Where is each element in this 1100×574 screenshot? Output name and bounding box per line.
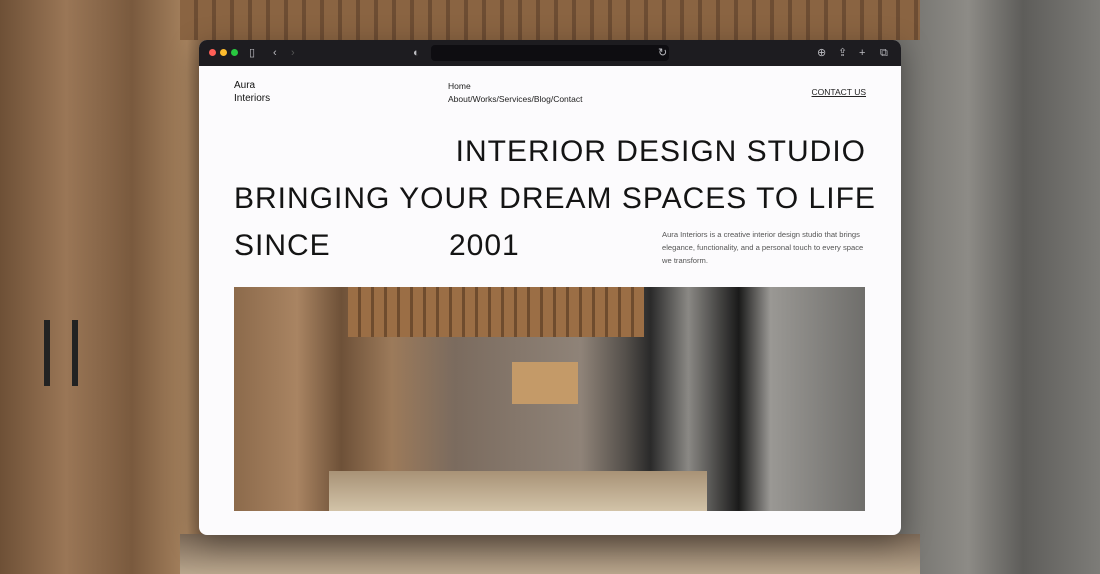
download-icon[interactable]: ⊕: [817, 46, 826, 60]
back-icon[interactable]: ‹: [273, 46, 277, 60]
background-door-handle: [72, 320, 78, 386]
background-door-handle: [44, 320, 50, 386]
sidebar-toggle-icon[interactable]: ▯: [249, 46, 255, 60]
address-bar[interactable]: [431, 45, 669, 61]
nav-home-link[interactable]: Home: [448, 80, 583, 93]
studio-description: Aura Interiors is a creative interior de…: [662, 230, 864, 265]
contact-us-link[interactable]: CONTACT US: [812, 87, 866, 97]
hero-niche: [511, 362, 578, 404]
headline-since: SINCE: [234, 229, 331, 262]
minimize-window-button[interactable]: [220, 49, 227, 56]
headline-line-2: BRINGING YOUR DREAM SPACES TO LIFE: [234, 182, 876, 215]
tabs-overview-icon[interactable]: ⧉: [880, 46, 888, 60]
logo-line: Aura: [234, 80, 256, 91]
hero-image: [234, 287, 865, 511]
background-floor: [180, 534, 920, 574]
hero-floor: [328, 471, 708, 511]
headline-line-1: INTERIOR DESIGN STUDIO: [455, 135, 866, 168]
forward-icon[interactable]: ›: [291, 46, 295, 60]
maximize-window-button[interactable]: [231, 49, 238, 56]
nav-links[interactable]: About/Works/Services/Blog/Contact: [448, 93, 583, 106]
shield-icon[interactable]: ◐: [413, 46, 420, 60]
new-tab-icon[interactable]: +: [859, 46, 865, 60]
site-logo[interactable]: Aura Interiors: [234, 79, 270, 105]
close-window-button[interactable]: [209, 49, 216, 56]
logo-line: Interiors: [234, 93, 271, 104]
reload-icon[interactable]: ↻: [658, 46, 667, 60]
browser-toolbar: ▯ ‹ › ◐ ↻ ⊕ ⇪ + ⧉: [199, 40, 901, 66]
background-ceiling: [180, 0, 920, 40]
hero-ceiling: [347, 287, 645, 337]
headline-year: 2001: [449, 229, 520, 262]
share-icon[interactable]: ⇪: [838, 46, 847, 60]
browser-window: ▯ ‹ › ◐ ↻ ⊕ ⇪ + ⧉ Aura Interiors Home Ab…: [199, 40, 901, 535]
site-nav: Home About/Works/Services/Blog/Contact: [448, 80, 583, 105]
